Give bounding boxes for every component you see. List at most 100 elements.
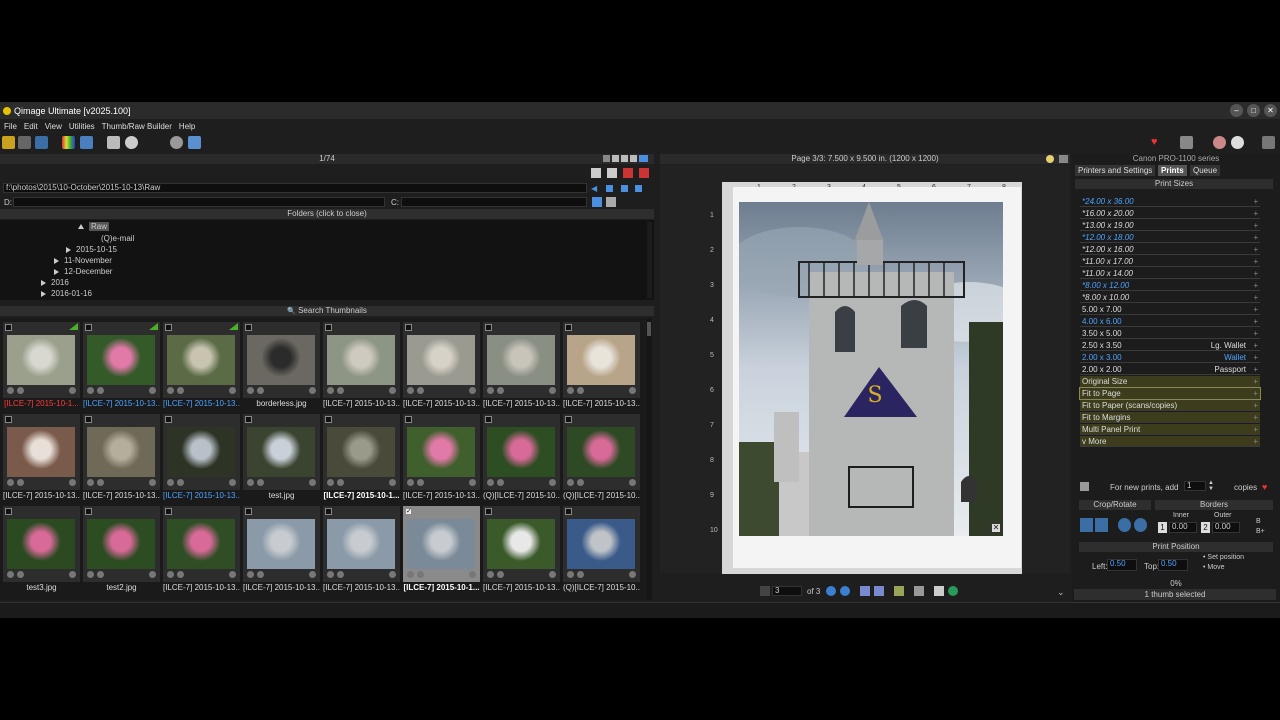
info-icon[interactable] — [7, 387, 14, 394]
small-view-icon[interactable] — [612, 155, 619, 162]
print-size-item[interactable]: Original Size + — [1080, 376, 1260, 387]
color-profile-icon[interactable] — [97, 387, 104, 394]
zoom-icon[interactable] — [469, 387, 476, 394]
select-checkbox[interactable] — [165, 416, 172, 423]
zoom-icon[interactable] — [309, 387, 316, 394]
select-checkbox[interactable] — [325, 324, 332, 331]
sort-pages-icon[interactable] — [914, 586, 924, 596]
zoom-icon[interactable] — [389, 387, 396, 394]
add-size-icon[interactable]: + — [1253, 208, 1258, 219]
filter-icon[interactable] — [592, 197, 602, 207]
info-icon[interactable] — [87, 479, 94, 486]
select-checkbox[interactable] — [325, 416, 332, 423]
info-icon[interactable] — [167, 479, 174, 486]
medium-view-icon[interactable] — [621, 155, 628, 162]
folders-header[interactable]: Folders (click to close) — [0, 209, 654, 219]
refresh-icon[interactable] — [607, 168, 617, 178]
user-icon[interactable] — [1213, 136, 1226, 149]
info-icon[interactable] — [567, 387, 574, 394]
crop-auto-icon[interactable] — [1095, 518, 1108, 532]
select-checkbox[interactable] — [565, 508, 572, 515]
prev-button[interactable] — [826, 586, 836, 596]
d-field[interactable] — [13, 197, 385, 207]
thumbnail-item[interactable]: [ILCE-7] 2015-10-13... — [483, 322, 560, 410]
rotate-left-icon[interactable] — [1118, 518, 1131, 532]
remove-icon[interactable] — [623, 168, 633, 178]
color-profile-icon[interactable] — [17, 571, 24, 578]
zoom-icon[interactable] — [549, 387, 556, 394]
zoom-icon[interactable] — [149, 387, 156, 394]
print-photo[interactable]: S — [739, 202, 1003, 536]
grid-icon[interactable] — [188, 136, 201, 149]
tree-item-2015-10-15[interactable]: 2015-10-15 — [66, 245, 117, 254]
color-profile-icon[interactable] — [417, 387, 424, 394]
menu-edit[interactable]: Edit — [24, 122, 38, 131]
thumbnail-item[interactable]: borderless.jpg — [243, 322, 320, 410]
chevron-down-icon[interactable]: ⌄ — [1057, 587, 1067, 597]
select-checkbox[interactable] — [5, 508, 12, 515]
info-icon[interactable] — [487, 571, 494, 578]
tree-item-2016[interactable]: 2016 — [41, 278, 69, 287]
clock-icon[interactable] — [1231, 136, 1244, 149]
zoom-icon[interactable] — [629, 387, 636, 394]
select-checkbox[interactable] — [5, 324, 12, 331]
open-folder-icon[interactable] — [2, 136, 15, 149]
zoom-icon[interactable] — [229, 571, 236, 578]
forward-arrow-icon[interactable] — [639, 155, 648, 162]
folder-nav-icon[interactable] — [606, 185, 613, 192]
select-checkbox[interactable] — [405, 416, 412, 423]
print-size-item[interactable]: v More + — [1080, 436, 1260, 447]
zoom-icon[interactable] — [149, 479, 156, 486]
thumbnail-item[interactable]: (Q)[ILCE-7] 2015-10... — [563, 506, 640, 594]
color-profile-icon[interactable] — [257, 387, 264, 394]
print-size-item[interactable]: 3.50 x 5.00 + — [1080, 328, 1260, 339]
help-icon[interactable] — [125, 136, 138, 149]
color-profile-icon[interactable] — [337, 571, 344, 578]
info-icon[interactable] — [247, 479, 254, 486]
print-size-item[interactable]: 4.00 x 6.00 + — [1080, 316, 1260, 327]
path-field[interactable]: f:\photos\2015\10-October\2015-10-13\Raw — [3, 183, 587, 193]
back-arrow-icon[interactable]: ◀ — [591, 184, 597, 193]
thumbnail-item[interactable]: [ILCE-7] 2015-10-13... — [403, 414, 480, 502]
tab-prints[interactable]: Prints — [1158, 165, 1187, 176]
select-checkbox[interactable] — [565, 416, 572, 423]
select-checkbox[interactable] — [485, 508, 492, 515]
thumbnail-item[interactable]: [ILCE-7] 2015-10-13... — [243, 506, 320, 594]
print-size-item[interactable]: 5.00 x 7.00 + — [1080, 304, 1260, 315]
color-profile-icon[interactable] — [577, 571, 584, 578]
print-size-item[interactable]: *12.00 x 16.00 + — [1080, 244, 1260, 255]
select-checkbox[interactable] — [245, 508, 252, 515]
tools-icon[interactable] — [80, 136, 93, 149]
print-size-item[interactable]: *24.00 x 36.00 + — [1080, 196, 1260, 207]
zoom-icon[interactable] — [309, 571, 316, 578]
zoom-icon[interactable] — [549, 571, 556, 578]
print-size-item[interactable]: *11.00 x 14.00 + — [1080, 268, 1260, 279]
zoom-icon[interactable] — [629, 571, 636, 578]
remove-from-page-icon[interactable]: ✕ — [991, 523, 1001, 533]
tree-item-raw[interactable]: Raw — [78, 222, 110, 231]
color-profile-icon[interactable] — [97, 479, 104, 486]
copies-field[interactable]: 1 — [1184, 481, 1206, 491]
zoom-icon[interactable] — [229, 479, 236, 486]
info-icon[interactable] — [167, 387, 174, 394]
thumbnail-item[interactable]: [ILCE-7] 2015-10-13... — [163, 322, 240, 410]
add-size-icon[interactable]: + — [1253, 196, 1258, 207]
minimize-button[interactable]: – — [1230, 104, 1243, 117]
search-thumbnails-bar[interactable]: 🔍 Search Thumbnails — [0, 306, 654, 316]
info-icon[interactable] — [247, 571, 254, 578]
info-icon[interactable] — [407, 571, 414, 578]
menu-utilities[interactable]: Utilities — [69, 122, 95, 131]
page-number-field[interactable]: 3 — [772, 586, 802, 596]
add-size-icon[interactable]: + — [1253, 292, 1258, 303]
print-size-item[interactable]: 2.00 x 2.00 Passport + — [1080, 364, 1260, 375]
add-size-icon[interactable]: + — [1253, 280, 1258, 291]
print-size-item[interactable]: *12.00 x 18.00 + — [1080, 232, 1260, 243]
print-size-item[interactable]: Fit to Paper (scans/copies) + — [1080, 400, 1260, 411]
print-size-item[interactable]: Fit to Margins + — [1080, 412, 1260, 423]
thumbnail-item[interactable]: [ILCE-7] 2015-10-13... — [563, 322, 640, 410]
info-icon[interactable] — [407, 387, 414, 394]
print-size-item[interactable]: *8.00 x 10.00 + — [1080, 292, 1260, 303]
outer-border-field[interactable]: 0.00 — [1212, 522, 1240, 533]
add-size-icon[interactable]: + — [1253, 436, 1258, 447]
color-icon[interactable] — [62, 136, 75, 149]
